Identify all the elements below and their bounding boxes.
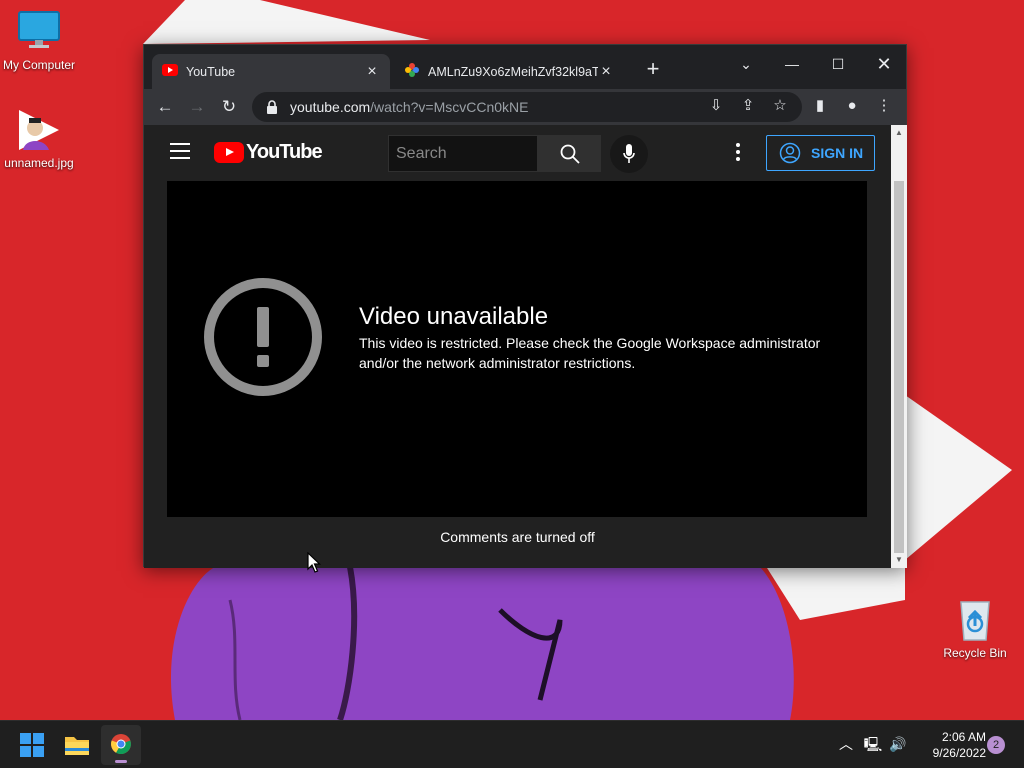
google-photos-favicon <box>404 62 420 81</box>
lock-icon[interactable] <box>266 100 280 114</box>
sign-in-button[interactable]: SIGN IN <box>766 135 875 171</box>
maximize-button[interactable]: ☐ <box>823 51 853 77</box>
url-path: /watch?v=MscvCCn0kNE <box>370 99 529 115</box>
back-button[interactable]: ← <box>153 95 177 119</box>
install-app-icon[interactable]: ⇩ <box>705 95 727 117</box>
mouse-cursor-icon <box>307 552 321 573</box>
desktop-icon-label: Recycle Bin <box>943 646 1007 660</box>
search-input[interactable]: Search <box>388 135 538 172</box>
clock-date: 9/26/2022 <box>932 746 986 760</box>
search-icon <box>560 144 580 164</box>
desktop-icon-recycle-bin[interactable]: Recycle Bin <box>936 598 1014 660</box>
active-app-indicator <box>115 760 127 763</box>
youtube-favicon <box>162 64 178 79</box>
recycle-bin-icon <box>953 598 997 642</box>
windows-logo-icon <box>20 733 44 757</box>
folder-icon <box>65 737 89 755</box>
new-tab-button[interactable]: + <box>642 58 664 81</box>
youtube-page: YouTube Search SIGN IN Video unavailable <box>144 125 891 568</box>
monitor-icon <box>17 10 61 54</box>
youtube-logo[interactable]: YouTube <box>214 141 323 164</box>
error-title: Video unavailable <box>359 303 549 330</box>
clock-time: 2:06 AM <box>941 730 986 744</box>
reload-button[interactable]: ↻ <box>217 95 241 119</box>
youtube-logo-text: YouTube <box>246 141 323 163</box>
chrome-icon <box>111 734 131 755</box>
forward-button[interactable]: → <box>185 95 209 119</box>
system-clock[interactable]: 2:06 AM 9/26/2022 <box>912 729 986 761</box>
scroll-down-arrow[interactable]: ▼ <box>894 555 904 565</box>
tab-title: YouTube <box>186 64 236 79</box>
chrome-taskbar-button[interactable] <box>101 725 141 765</box>
volume-icon[interactable]: 🔊 <box>888 734 908 754</box>
tab-google-photos[interactable]: AMLnZu9Xo6zMeihZvf32kl9aTty × <box>394 54 624 89</box>
scrollbar-thumb[interactable] <box>894 181 904 553</box>
tab-strip: YouTube × AMLnZu9Xo6zMeihZvf32kl9aTty × … <box>144 45 906 89</box>
error-message: This video is restricted. Please check t… <box>359 335 821 371</box>
tab-title: AMLnZu9Xo6zMeihZvf32kl9aTty <box>428 64 598 79</box>
desktop-icon-my-computer[interactable]: My Computer <box>0 10 78 72</box>
youtube-header: YouTube Search SIGN IN <box>144 125 891 181</box>
microphone-icon <box>623 144 635 163</box>
tab-close-icon[interactable]: × <box>364 63 380 80</box>
youtube-play-icon <box>214 142 244 163</box>
tab-youtube[interactable]: YouTube × <box>152 54 390 89</box>
desktop-icon-label: unnamed.jpg <box>4 156 74 170</box>
video-player[interactable]: Video unavailable This video is restrict… <box>167 181 867 517</box>
side-panel-icon[interactable]: ▮ <box>809 95 831 117</box>
start-button[interactable] <box>12 725 52 765</box>
account-circle-icon <box>779 142 801 164</box>
network-icon[interactable]: 🖳 <box>863 734 883 754</box>
comments-status: Comments are turned off <box>440 529 595 545</box>
bookmark-star-icon[interactable]: ☆ <box>769 95 791 117</box>
tab-search-chevron-icon[interactable]: ⌄ <box>731 51 761 77</box>
url-host: youtube.com <box>290 99 371 115</box>
image-file-icon <box>17 108 61 152</box>
show-hidden-icons-chevron-icon[interactable]: ︿ <box>836 734 856 754</box>
scroll-up-arrow[interactable]: ▲ <box>894 128 904 138</box>
desktop-icon-label: My Computer <box>2 58 76 72</box>
profile-icon[interactable]: ● <box>841 95 863 117</box>
search-button[interactable] <box>538 135 601 172</box>
desktop-icon-unnamed-jpg[interactable]: unnamed.jpg <box>0 108 78 170</box>
page-scrollbar[interactable]: ▲ ▼ <box>891 125 907 568</box>
voice-search-button[interactable] <box>610 135 648 173</box>
sign-in-label: SIGN IN <box>811 145 864 161</box>
share-icon[interactable]: ⇪ <box>737 95 759 117</box>
notification-badge[interactable]: 2 <box>987 736 1005 754</box>
browser-menu-icon[interactable]: ⋮ <box>873 95 895 117</box>
browser-toolbar: ← → ↻ youtube.com/watch?v=MscvCCn0kNE ⇩ … <box>144 89 906 125</box>
close-window-button[interactable]: ✕ <box>869 51 899 77</box>
tab-close-icon[interactable]: × <box>598 63 614 80</box>
taskbar: ︿ 🖳 🔊 2:06 AM 9/26/2022 2 <box>0 720 1024 768</box>
browser-window: YouTube × AMLnZu9Xo6zMeihZvf32kl9aTty × … <box>143 44 907 568</box>
more-options-icon[interactable] <box>728 141 748 165</box>
hamburger-menu-icon[interactable] <box>170 143 190 159</box>
minimize-button[interactable]: — <box>777 51 807 77</box>
exclamation-circle-icon <box>204 278 322 396</box>
file-explorer-button[interactable] <box>57 725 97 765</box>
